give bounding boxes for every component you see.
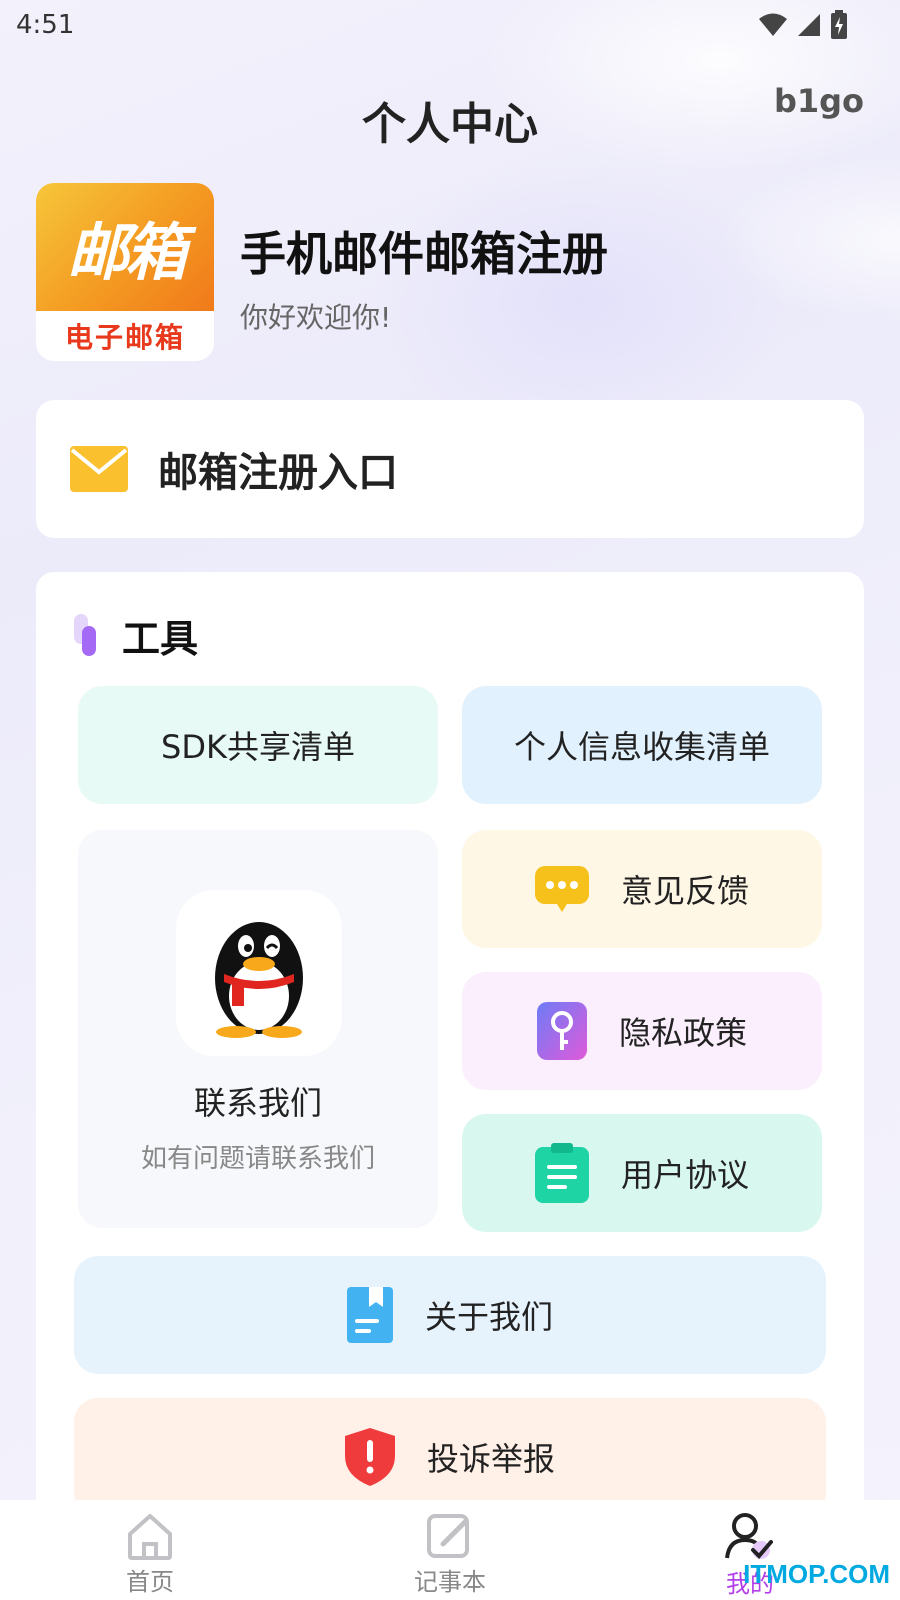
watermark-text: ITMOP.COM: [743, 1559, 890, 1589]
status-bar: 4:51: [0, 0, 900, 50]
tools-title: 工具: [122, 617, 199, 661]
complaint-button[interactable]: 投诉举报: [74, 1398, 826, 1516]
book-icon: [346, 1287, 393, 1343]
profile-icon: [725, 1513, 773, 1559]
about-us-label: 关于我们: [424, 1298, 553, 1336]
contact-us-card[interactable]: 联系我们 如有问题请联系我们: [78, 830, 438, 1228]
tools-card: 工具 SDK共享清单 个人信息收集清单 联系我们 如有问题请联系我们 意见反馈 …: [36, 572, 864, 1600]
about-us-button[interactable]: 关于我们: [74, 1256, 826, 1374]
qq-icon-box: [176, 890, 342, 1056]
user-agreement-button[interactable]: 用户协议: [462, 1114, 822, 1232]
key-shield-icon: [536, 1002, 587, 1060]
warning-shield-icon: [344, 1428, 395, 1486]
battery-icon: [831, 10, 847, 39]
clipboard-icon: [534, 1143, 589, 1203]
home-icon: [128, 1514, 172, 1560]
sdk-list-button[interactable]: SDK共享清单: [78, 686, 438, 804]
nav-label-home: 首页: [126, 1568, 174, 1596]
sdk-list-label: SDK共享清单: [161, 728, 355, 766]
user-agreement-label: 用户协议: [620, 1156, 749, 1194]
personal-info-list-label: 个人信息收集清单: [513, 728, 770, 766]
complaint-label: 投诉举报: [426, 1440, 555, 1478]
app-name: 手机邮件邮箱注册: [240, 227, 608, 281]
nav-item-home[interactable]: 首页: [0, 1500, 300, 1600]
tools-decor-icon: [74, 613, 96, 656]
notepad-icon: [427, 1514, 469, 1558]
mail-register-label: 邮箱注册入口: [158, 450, 398, 496]
contact-us-title: 联系我们: [193, 1084, 322, 1122]
qq-penguin-icon: [215, 922, 303, 1038]
feedback-button[interactable]: 意见反馈: [462, 830, 822, 948]
personal-info-list-button[interactable]: 个人信息收集清单: [462, 686, 822, 804]
tools-header: 工具: [72, 608, 198, 663]
status-icons: [758, 10, 848, 40]
mail-icon: [70, 446, 128, 492]
app-logo: 邮箱 电子邮箱: [36, 183, 214, 361]
feedback-label: 意见反馈: [620, 872, 749, 910]
nav-item-notepad[interactable]: 记事本: [300, 1500, 600, 1600]
wifi-icon: [759, 13, 787, 36]
header-background: [200, 0, 900, 420]
privacy-policy-label: 隐私政策: [618, 1014, 747, 1052]
mail-register-entry[interactable]: 邮箱注册入口: [36, 400, 864, 538]
status-time: 4:51: [16, 10, 75, 40]
nav-label-notepad: 记事本: [414, 1568, 486, 1596]
app-greeting: 你好欢迎你!: [240, 301, 392, 334]
contact-us-subtitle: 如有问题请联系我们: [140, 1144, 375, 1174]
header-user-label: b1go: [773, 82, 864, 120]
logo-sub-text: 电子邮箱: [64, 321, 185, 354]
page-title: 个人中心: [362, 99, 538, 150]
logo-main-text: 邮箱: [36, 183, 214, 311]
privacy-policy-button[interactable]: 隐私政策: [462, 972, 822, 1090]
cellular-icon: [798, 14, 820, 36]
chat-bubble-icon: [534, 866, 589, 912]
